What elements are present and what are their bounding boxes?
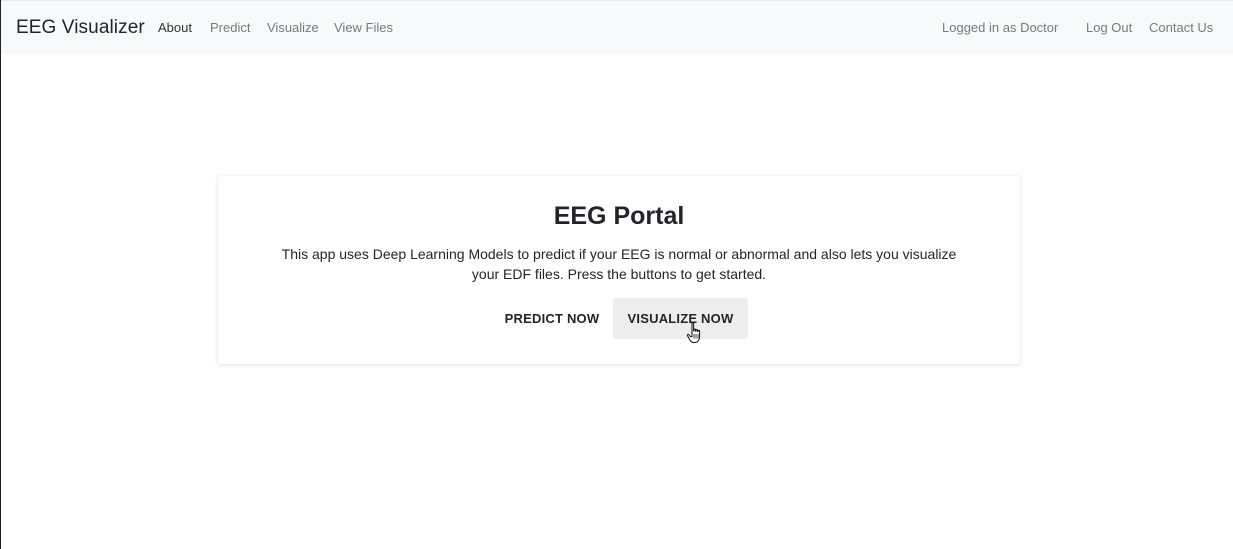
page-title: EEG Portal <box>553 202 685 230</box>
brand-logo[interactable]: EEG Visualizer <box>16 17 145 39</box>
user-status: Logged in as Doctor <box>942 20 1059 35</box>
nav-view-files[interactable]: View Files <box>334 20 393 35</box>
nav-about[interactable]: About <box>158 20 192 35</box>
intro-text-line1: This app uses Deep Learning Models to pr… <box>281 246 957 262</box>
visualize-now-button[interactable]: VISUALIZE NOW <box>613 298 748 339</box>
portal-card: EEG Portal This app uses Deep Learning M… <box>218 176 1020 364</box>
nav-predict[interactable]: Predict <box>210 20 250 35</box>
nav-contact[interactable]: Contact Us <box>1149 20 1213 35</box>
predict-now-button[interactable]: PREDICT NOW <box>498 298 606 339</box>
nav-logout[interactable]: Log Out <box>1086 20 1132 35</box>
intro-text-line2: your EDF files. Press the buttons to get… <box>471 266 767 282</box>
intro-text: This app uses Deep Learning Models to pr… <box>248 244 990 284</box>
nav-visualize[interactable]: Visualize <box>267 20 319 35</box>
top-navbar: EEG Visualizer About Predict Visualize V… <box>1 0 1233 54</box>
